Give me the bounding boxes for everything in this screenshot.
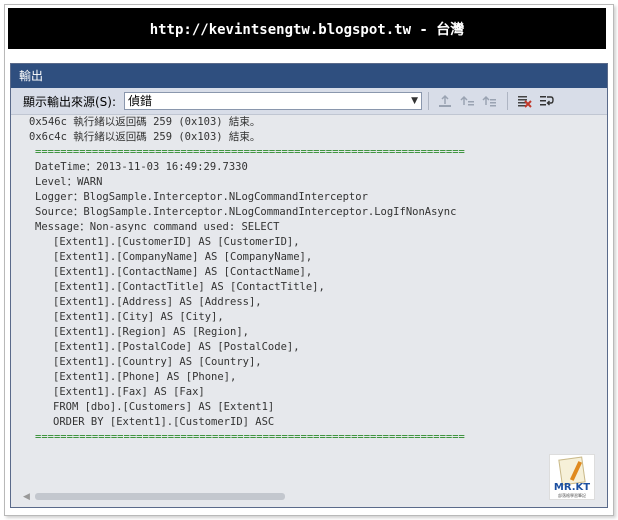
- output-line: [Extent1].[City] AS [City],: [53, 311, 224, 323]
- find-message-icon: [482, 95, 497, 107]
- output-line: 0x6c4c 執行緒以返回碼 259 (0x103) 結束。: [29, 131, 261, 143]
- output-line: [Extent1].[ContactName] AS [ContactName]…: [53, 266, 313, 278]
- output-line: [Extent1].[Country] AS [Country],: [53, 356, 262, 368]
- toggle-word-wrap-button[interactable]: [536, 91, 556, 111]
- output-line: [Extent1].[CompanyName] AS [CompanyName]…: [53, 251, 313, 263]
- clear-all-button[interactable]: [514, 91, 534, 111]
- banner-text: http://kevintsengtw.blogspot.tw - 台灣: [149, 21, 465, 38]
- output-line: [Extent1].[Phone] AS [Phone],: [53, 371, 237, 383]
- output-line: [Extent1].[ContactTitle] AS [ContactTitl…: [53, 281, 325, 293]
- separator-line: ========================================…: [35, 431, 465, 443]
- output-line: 0x546c 執行緒以返回碼 259 (0x103) 結束。: [29, 116, 261, 128]
- output-line: DateTime：2013-11-03 16:49:29.7330: [35, 161, 248, 173]
- output-line: Logger：BlogSample.Interceptor.NLogComman…: [35, 191, 368, 203]
- logo-text: MR.KT: [553, 482, 591, 493]
- output-line: FROM [dbo].[Customers] AS [Extent1]: [53, 401, 275, 413]
- goto-previous-message-icon: [439, 94, 452, 107]
- output-text-area[interactable]: 0x546c 執行緒以返回碼 259 (0x103) 結束。 0x6c4c 執行緒…: [11, 115, 607, 485]
- output-source-value: 偵錯: [128, 94, 153, 108]
- output-line: [Extent1].[Region] AS [Region],: [53, 326, 249, 338]
- output-line: [Extent1].[Fax] AS [Fax]: [53, 386, 205, 398]
- output-line: ORDER BY [Extent1].[CustomerID] ASC: [53, 416, 275, 428]
- url-banner: http://kevintsengtw.blogspot.tw - 台灣: [8, 8, 606, 49]
- toolbar-separator: [507, 92, 509, 110]
- clear-all-icon: [518, 96, 532, 108]
- output-line: Level：WARN: [35, 176, 103, 188]
- output-line: [Extent1].[CustomerID] AS [CustomerID],: [53, 236, 300, 248]
- goto-next-message-button[interactable]: [457, 91, 477, 111]
- separator-line: ========================================…: [35, 146, 465, 158]
- output-line: Source：BlogSample.Interceptor.NLogComman…: [35, 206, 457, 218]
- output-window-title: 輸出: [11, 64, 607, 88]
- output-line: [Extent1].[PostalCode] AS [PostalCode],: [53, 341, 300, 353]
- scroll-left-icon[interactable]: ◀: [23, 492, 30, 502]
- goto-previous-message-button[interactable]: [435, 91, 455, 111]
- output-window: 輸出 顯示輸出來源(S): 偵錯 ▼ 0x546c 執行緒以返回碼 259 (0…: [10, 63, 608, 508]
- logo-subtitle: 部落格學習筆記: [558, 493, 586, 498]
- toggle-word-wrap-icon: [540, 96, 554, 106]
- output-toolbar: 顯示輸出來源(S): 偵錯 ▼: [11, 88, 607, 115]
- output-source-dropdown[interactable]: 偵錯 ▼: [124, 92, 423, 110]
- toolbar-separator: [428, 92, 430, 110]
- chevron-down-icon[interactable]: ▼: [411, 93, 418, 109]
- horizontal-scrollbar[interactable]: ◀: [11, 488, 607, 506]
- mrkt-logo: MR.KT 部落格學習筆記: [549, 454, 595, 500]
- output-line: Message：Non-async command used: SELECT: [35, 221, 280, 233]
- goto-next-message-icon: [460, 95, 475, 106]
- find-message-button[interactable]: [479, 91, 499, 111]
- show-output-from-label: 顯示輸出來源(S):: [23, 94, 117, 109]
- output-line: [Extent1].[Address] AS [Address],: [53, 296, 262, 308]
- scrollbar-thumb[interactable]: [35, 493, 285, 500]
